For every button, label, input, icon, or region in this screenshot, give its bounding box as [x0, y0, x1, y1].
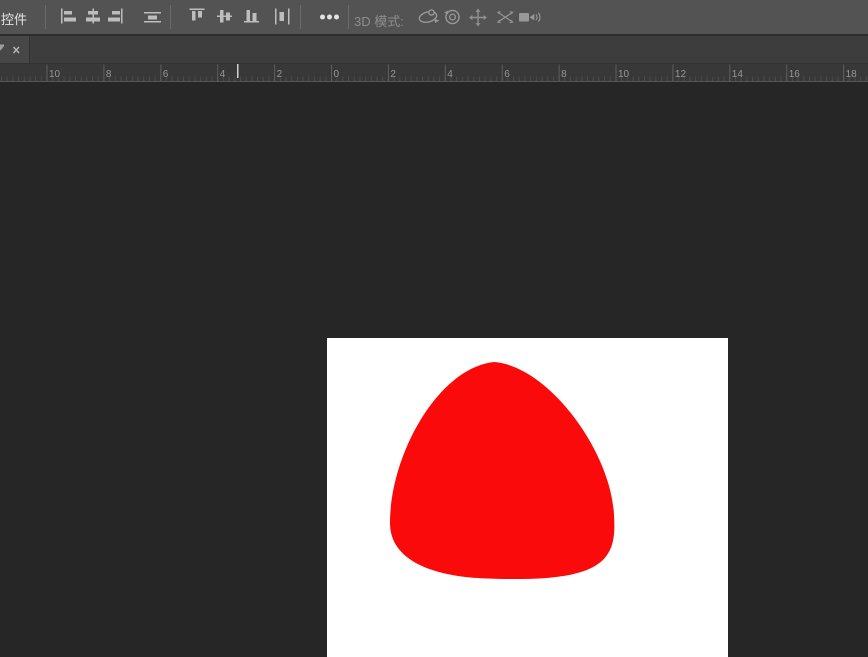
svg-text:12: 12 — [675, 69, 687, 80]
svg-text:4: 4 — [220, 69, 226, 80]
svg-text:8: 8 — [561, 69, 567, 80]
svg-text:10: 10 — [49, 69, 61, 80]
svg-text:18: 18 — [846, 69, 858, 80]
svg-text:6: 6 — [163, 69, 169, 80]
svg-text:2: 2 — [277, 69, 283, 80]
svg-text:4: 4 — [447, 69, 453, 80]
svg-text:0: 0 — [334, 69, 340, 80]
svg-text:8: 8 — [106, 69, 112, 80]
svg-text:10: 10 — [618, 69, 630, 80]
svg-text:16: 16 — [789, 69, 801, 80]
svg-text:14: 14 — [732, 69, 744, 80]
svg-text:6: 6 — [504, 69, 510, 80]
svg-text:2: 2 — [390, 69, 396, 80]
